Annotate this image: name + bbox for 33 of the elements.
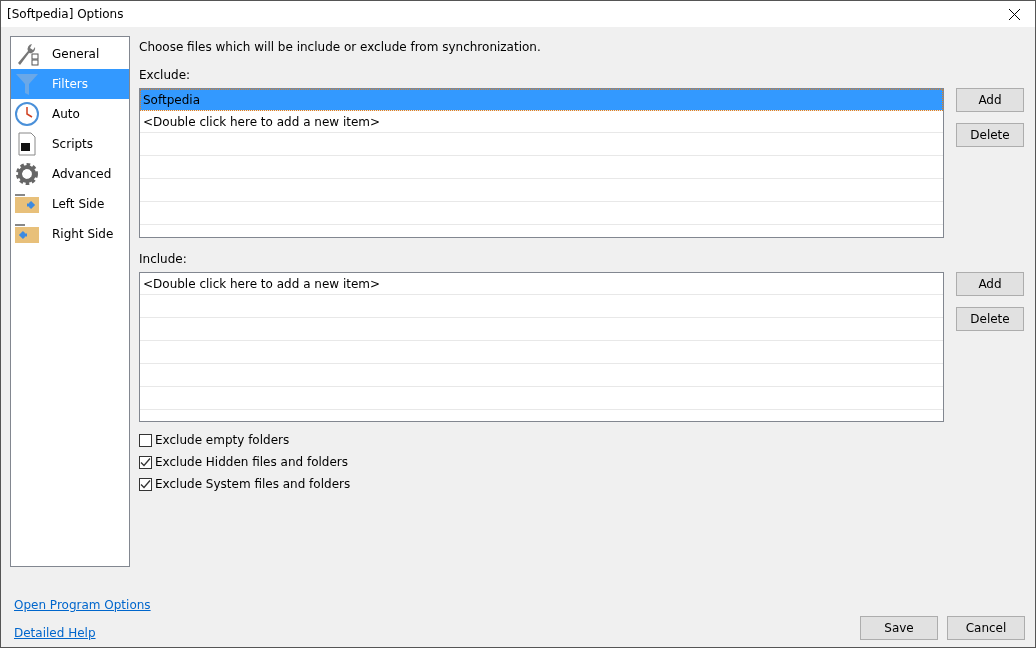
sidebar-item[interactable]: Scripts <box>11 129 129 159</box>
check-icon <box>140 478 151 490</box>
cancel-button[interactable]: Cancel <box>947 616 1025 640</box>
checkbox-label: Exclude Hidden files and folders <box>155 455 349 469</box>
sidebar-item[interactable]: Advanced <box>11 159 129 189</box>
sidebar-item[interactable]: Left Side <box>11 189 129 219</box>
list-label: Exclude: <box>139 68 192 82</box>
list-label: Include: <box>139 252 188 266</box>
list-item[interactable]: Softpedia <box>140 89 943 111</box>
funnel-icon <box>14 71 40 97</box>
sidebar-item[interactable]: Auto <box>11 99 129 129</box>
check-icon <box>140 456 151 468</box>
add-button[interactable]: Add <box>956 272 1024 296</box>
help-link[interactable]: Detailed Help <box>14 626 151 640</box>
item-list[interactable]: <Double click here to add a new item> <box>139 272 944 422</box>
clock-icon <box>14 101 40 127</box>
checkbox-label: Exclude System files and folders <box>155 477 351 491</box>
save-button[interactable]: Save <box>860 616 938 640</box>
window-title: [Softpedia] Options <box>7 7 124 21</box>
delete-button[interactable]: Delete <box>956 123 1024 147</box>
close-icon <box>1008 8 1020 20</box>
checkbox[interactable] <box>139 433 152 447</box>
delete-button[interactable]: Delete <box>956 307 1024 331</box>
sidebar-item[interactable]: General <box>11 39 129 69</box>
description-text: Choose files which will be include or exclude from synchronization. <box>139 40 542 54</box>
checkbox-label: Exclude empty folders <box>155 433 290 447</box>
checkbox[interactable] <box>139 455 152 469</box>
help-link[interactable]: Open Program Options <box>14 598 151 612</box>
item-list[interactable]: Softpedia <Double click here to add a new item> <box>139 88 944 238</box>
add-button[interactable]: Add <box>956 88 1024 112</box>
gear-icon <box>14 161 40 187</box>
sidebar-item[interactable]: Right Side <box>11 219 129 249</box>
checkbox[interactable] <box>139 477 152 491</box>
